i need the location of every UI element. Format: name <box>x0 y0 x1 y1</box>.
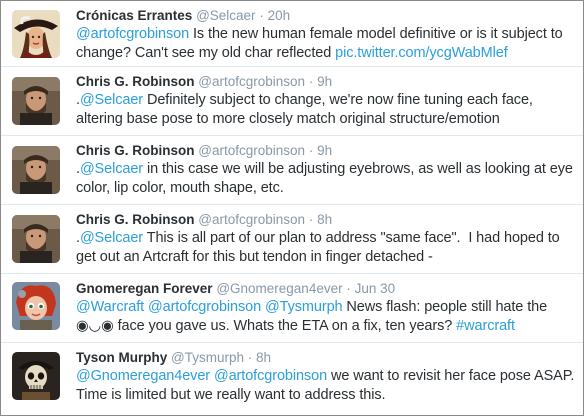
author-name[interactable]: Tyson Murphy <box>76 350 167 365</box>
tweet-text: @Gnomeregan4ever @artofcgrobinson we wan… <box>76 367 575 405</box>
tweet[interactable]: Chris G. Robinson @artofcgrobinson · 9h … <box>1 67 583 136</box>
author-name[interactable]: Crónicas Errantes <box>76 8 192 23</box>
author-handle[interactable]: @artofcgrobinson <box>198 74 305 89</box>
author-handle[interactable]: @Gnomeregan4ever <box>216 281 342 296</box>
tweet-content: Chris G. Robinson @artofcgrobinson · 9h … <box>76 142 575 198</box>
mention-link[interactable]: @artofcgrobinson <box>148 299 261 315</box>
mention-link[interactable]: @Selcaer <box>80 230 143 246</box>
tweet-text-segment: Definitely subject to change, we're now … <box>76 92 533 127</box>
tweet-text: @artofcgrobinson Is the new human female… <box>76 25 575 63</box>
tweet-timestamp[interactable]: 9h <box>317 143 332 158</box>
separator-dot: · <box>346 281 351 296</box>
tweet[interactable]: Gnomeregan Forever @Gnomeregan4ever · Ju… <box>1 274 583 343</box>
tweet-thread: Crónicas Errantes @Selcaer · 20h @artofc… <box>0 0 584 416</box>
tweet-header: Tyson Murphy @Tysmurph · 8h <box>76 349 575 366</box>
bearded-man-avatar[interactable] <box>12 77 60 125</box>
author-handle[interactable]: @Selcaer <box>196 8 255 23</box>
tweet-header: Chris G. Robinson @artofcgrobinson · 9h <box>76 142 575 159</box>
tweet-text: .@Selcaer Definitely subject to change, … <box>76 91 575 129</box>
mention-link[interactable]: @Warcraft <box>76 299 144 315</box>
tweet[interactable]: Chris G. Robinson @artofcgrobinson · 8h … <box>1 205 583 274</box>
tweet-timestamp[interactable]: 8h <box>317 212 332 227</box>
author-name[interactable]: Chris G. Robinson <box>76 74 195 89</box>
mention-link[interactable]: @artofcgrobinson <box>214 368 327 384</box>
author-name[interactable]: Chris G. Robinson <box>76 143 195 158</box>
tweet-text-segment: in this case we will be adjusting eyebro… <box>76 161 573 196</box>
tweet[interactable]: Chris G. Robinson @artofcgrobinson · 9h … <box>1 136 583 205</box>
mention-link[interactable]: @Gnomeregan4ever <box>76 368 210 384</box>
media-link[interactable]: pic.twitter.com/ycgWabMlef <box>335 45 508 61</box>
tweet[interactable]: Tyson Murphy @Tysmurph · 8h @Gnomeregan4… <box>1 343 583 415</box>
tweet-timestamp[interactable]: 20h <box>268 8 291 23</box>
tweet[interactable]: Crónicas Errantes @Selcaer · 20h @artofc… <box>1 1 583 67</box>
mention-link[interactable]: @Selcaer <box>80 161 143 177</box>
bearded-man-avatar[interactable] <box>12 215 60 263</box>
hashtag-link[interactable]: #warcraft <box>456 318 515 334</box>
mention-link[interactable]: @artofcgrobinson <box>76 26 189 42</box>
tweet-header: Gnomeregan Forever @Gnomeregan4ever · Ju… <box>76 280 575 297</box>
tweet-text: .@Selcaer This is all part of our plan t… <box>76 229 575 267</box>
author-name[interactable]: Chris G. Robinson <box>76 212 195 227</box>
tweet-content: Chris G. Robinson @artofcgrobinson · 8h … <box>76 211 575 267</box>
separator-dot: · <box>259 8 264 23</box>
tweet-content: Gnomeregan Forever @Gnomeregan4ever · Ju… <box>76 280 575 336</box>
tweet-timestamp[interactable]: 9h <box>317 74 332 89</box>
tweet-text: .@Selcaer in this case we will be adjust… <box>76 160 575 198</box>
tweet-text-segment: This is all part of our plan to address … <box>76 230 564 265</box>
tweet-header: Chris G. Robinson @artofcgrobinson · 8h <box>76 211 575 228</box>
mention-link[interactable]: @Selcaer <box>80 92 143 108</box>
tweet-timestamp[interactable]: 8h <box>256 350 271 365</box>
tweet-header: Chris G. Robinson @artofcgrobinson · 9h <box>76 73 575 90</box>
separator-dot: · <box>247 350 253 365</box>
red-hair-gnome-avatar[interactable] <box>12 282 60 330</box>
bearded-man-avatar[interactable] <box>12 146 60 194</box>
separator-dot: · <box>308 212 314 227</box>
author-handle[interactable]: @Tysmurph <box>171 350 244 365</box>
author-handle[interactable]: @artofcgrobinson <box>198 143 305 158</box>
tweet-text: @Warcraft @artofcgrobinson @Tysmurph New… <box>76 298 575 336</box>
author-handle[interactable]: @artofcgrobinson <box>198 212 305 227</box>
tweet-header: Crónicas Errantes @Selcaer · 20h <box>76 7 575 24</box>
pirate-hat-woman-avatar[interactable] <box>12 10 60 58</box>
tweet-content: Crónicas Errantes @Selcaer · 20h @artofc… <box>76 7 575 63</box>
separator-dot: · <box>308 74 314 89</box>
author-name[interactable]: Gnomeregan Forever <box>76 281 213 296</box>
separator-dot: · <box>308 143 314 158</box>
tweet-timestamp[interactable]: Jun 30 <box>355 281 396 296</box>
mention-link[interactable]: @Tysmurph <box>265 299 343 315</box>
tweet-content: Tyson Murphy @Tysmurph · 8h @Gnomeregan4… <box>76 349 575 405</box>
skull-pirate-avatar[interactable] <box>12 352 60 400</box>
tweet-content: Chris G. Robinson @artofcgrobinson · 9h … <box>76 73 575 129</box>
